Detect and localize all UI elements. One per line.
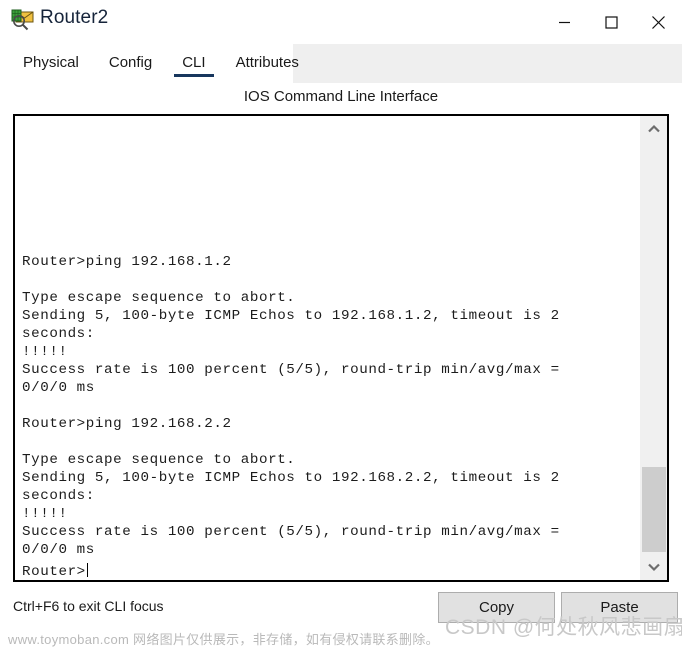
tab-cli[interactable]: CLI (172, 44, 215, 77)
close-icon[interactable] (635, 0, 682, 44)
watermark-toymoban: www.toymoban.com 网络图片仅供展示，非存储，如有侵权请联系删除。 (8, 632, 439, 647)
cli-prompt-line: Router> (22, 563, 88, 580)
title-bar: Router2 (0, 0, 682, 44)
window-controls (541, 0, 682, 44)
cli-text-caret (86, 563, 88, 577)
cli-prompt-text: Router> (22, 564, 86, 580)
tab-bar: Physical Config CLI Attributes (0, 44, 309, 83)
chevron-down-icon[interactable] (641, 554, 667, 580)
router-magnifier-icon (10, 8, 36, 34)
cli-terminal[interactable]: Router>ping 192.168.1.2 Type escape sequ… (13, 114, 669, 582)
window-title: Router2 (40, 7, 109, 28)
chevron-up-icon[interactable] (641, 116, 667, 142)
cli-output-area[interactable]: Router>ping 192.168.1.2 Type escape sequ… (15, 116, 640, 580)
tab-physical[interactable]: Physical (13, 44, 89, 71)
minimize-icon[interactable] (541, 0, 588, 44)
tab-attributes[interactable]: Attributes (226, 44, 309, 71)
watermark-csdn: CSDN @何处秋风悲画扇 (445, 616, 682, 639)
cli-output-text: Router>ping 192.168.1.2 Type escape sequ… (22, 254, 560, 558)
maximize-icon[interactable] (588, 0, 635, 44)
tab-config[interactable]: Config (99, 44, 162, 71)
cli-focus-hint: Ctrl+F6 to exit CLI focus (13, 598, 164, 614)
cli-header-label: IOS Command Line Interface (243, 88, 439, 105)
cli-scrollbar[interactable] (640, 116, 667, 580)
cli-scrollbar-thumb[interactable] (642, 467, 666, 552)
